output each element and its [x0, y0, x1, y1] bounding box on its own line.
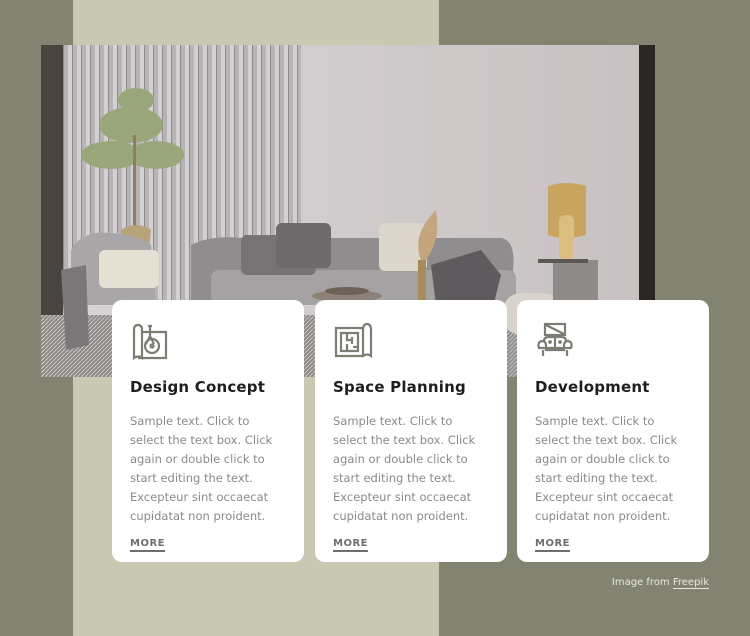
image-credit: Image from Freepik	[611, 577, 709, 589]
card-design-concept: Design Concept Sample text. Click to sel…	[112, 300, 304, 562]
card-space-planning: Space Planning Sample text. Click to sel…	[315, 300, 507, 562]
card-title: Design Concept	[130, 378, 266, 396]
credit-prefix: Image from	[611, 577, 670, 588]
card-text: Sample text. Click to select the text bo…	[535, 414, 678, 523]
more-link[interactable]: MORE	[535, 538, 570, 552]
card-text: Sample text. Click to select the text bo…	[333, 414, 476, 523]
freepik-link[interactable]: Freepik	[672, 577, 709, 589]
floor-plan-icon	[334, 322, 373, 359]
card-title: Development	[535, 378, 650, 396]
card-title: Space Planning	[333, 378, 466, 396]
more-link[interactable]: MORE	[333, 538, 368, 552]
more-link[interactable]: MORE	[130, 538, 165, 552]
card-development: Development Sample text. Click to select…	[517, 300, 709, 562]
card-text: Sample text. Click to select the text bo…	[130, 414, 273, 523]
design-blueprint-icon	[132, 323, 168, 361]
sofa-icon	[537, 322, 573, 356]
